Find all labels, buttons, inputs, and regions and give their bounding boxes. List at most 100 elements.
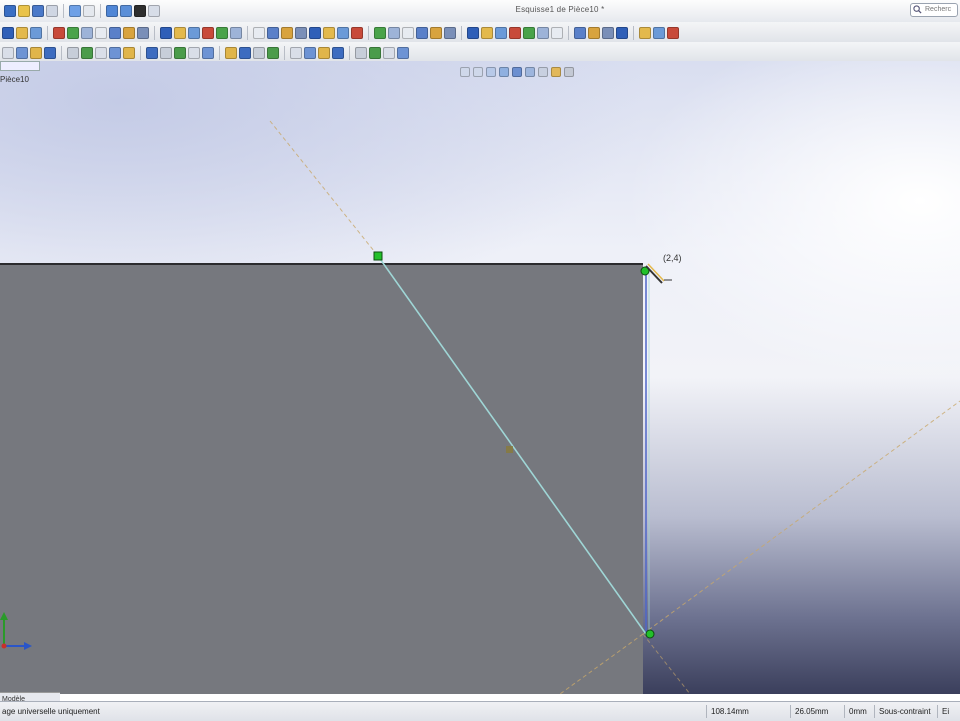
sketch-diagonal-line[interactable] [377,255,647,635]
sketch-tool-icon[interactable] [388,27,400,39]
sketch-tool-icon[interactable] [174,27,186,39]
sketch-entity-icon[interactable] [174,47,186,59]
file-properties-icon[interactable] [134,5,146,17]
status-units[interactable]: Ei [937,705,960,718]
options-icon[interactable] [148,5,160,17]
sketch-tool-icon[interactable] [616,27,628,39]
sketch-tool-icon[interactable] [81,27,93,39]
sketch-entity-icon[interactable] [95,47,107,59]
sketch-tool-icon[interactable] [495,27,507,39]
sketch-tool-icon[interactable] [30,27,42,39]
sketch-entity-icon[interactable] [188,47,200,59]
undo-icon[interactable] [69,5,81,17]
sketch-tool-icon[interactable] [160,27,172,39]
sketch-tool-icon[interactable] [216,27,228,39]
search-placeholder: Recherc [925,6,952,13]
status-x-coordinate: 108.14mm [706,705,786,718]
sketch-tool-icon[interactable] [430,27,442,39]
sketch-entity-icon[interactable] [369,47,381,59]
construction-line[interactable] [642,400,960,635]
sketch-tool-icon[interactable] [337,27,349,39]
sketch-tool-icon[interactable] [16,27,28,39]
sketch-tool-icon[interactable] [253,27,265,39]
sketch-tool-icon[interactable] [588,27,600,39]
sketch-entity-icon[interactable] [109,47,121,59]
sketch-entity-icon[interactable] [44,47,56,59]
sketch-tool-icon[interactable] [323,27,335,39]
sketch-tool-icon[interactable] [537,27,549,39]
sketch-tool-icon[interactable] [653,27,665,39]
endpoint-top[interactable] [373,251,383,261]
sketch-entity-icon[interactable] [30,47,42,59]
sketch-entity-icon[interactable] [202,47,214,59]
sketch-tool-icon[interactable] [351,27,363,39]
sketch-entity-icon[interactable] [253,47,265,59]
status-bar: age universelle uniquement 108.14mm 26.0… [0,701,960,721]
sketch-tool-icon[interactable] [109,27,121,39]
sketch-tool-icon[interactable] [95,27,107,39]
sketch-tool-icon[interactable] [639,27,651,39]
sketch-entity-icon[interactable] [67,47,79,59]
sketch-entity-icon[interactable] [123,47,135,59]
sketch-entity-icon[interactable] [318,47,330,59]
sketch-tool-icon[interactable] [295,27,307,39]
sketch-entity-icon[interactable] [332,47,344,59]
endpoint-bottom[interactable] [645,629,655,639]
title-bar: Esquisse1 de Pièce10 * Recherc [0,0,960,23]
sketch-tool-icon[interactable] [402,27,414,39]
sketch-tool-icon[interactable] [137,27,149,39]
sketch-tool-icon[interactable] [509,27,521,39]
sketch-tool-icon[interactable] [53,27,65,39]
sketch-entity-icon[interactable] [16,47,28,59]
print-icon[interactable] [46,5,58,17]
new-document-icon[interactable] [4,5,16,17]
sketch-entity-icon[interactable] [239,47,251,59]
construction-line[interactable] [269,120,379,257]
sketch-tool-icon[interactable] [267,27,279,39]
sketch-tool-icon[interactable] [467,27,479,39]
sketch-entity-icon[interactable] [290,47,302,59]
search-input[interactable]: Recherc [910,3,958,17]
sketch-tool-icon[interactable] [481,27,493,39]
sketch-tool-icon[interactable] [281,27,293,39]
sketch-entity-icon[interactable] [355,47,367,59]
window-title: Esquisse1 de Pièce10 * [515,5,605,14]
sketch-entity-icon[interactable] [383,47,395,59]
sketch-entity-icon[interactable] [2,47,14,59]
sketch-tool-icon[interactable] [67,27,79,39]
sketch-tool-icon[interactable] [188,27,200,39]
open-icon[interactable] [18,5,30,17]
sketch-tool-icon[interactable] [551,27,563,39]
sketch-entity-icon[interactable] [304,47,316,59]
select-icon[interactable] [106,5,118,17]
sketch-tool-icon[interactable] [309,27,321,39]
rebuild-icon[interactable] [120,5,132,17]
sketch-entity-icon[interactable] [267,47,279,59]
sketch-entity-icon[interactable] [397,47,409,59]
sketch-tool-icon[interactable] [2,27,14,39]
sketch-tool-icon[interactable] [202,27,214,39]
sketch-tool-icon[interactable] [374,27,386,39]
sketch-entity-icon[interactable] [160,47,172,59]
sketch-entity-icon[interactable] [146,47,158,59]
sketch-tool-icon[interactable] [444,27,456,39]
toolbar-separator [154,26,155,40]
sketch-tool-icon[interactable] [230,27,242,39]
redo-icon[interactable] [83,5,95,17]
toolbar-separator [47,26,48,40]
save-icon[interactable] [32,5,44,17]
construction-line[interactable] [559,633,644,694]
sketch-tool-icon[interactable] [602,27,614,39]
sketch-tool-icon[interactable] [523,27,535,39]
sketch-tool-icon[interactable] [123,27,135,39]
construction-line[interactable] [642,633,691,694]
sketch-tool-icon[interactable] [416,27,428,39]
toolbar-separator [219,46,220,60]
sketch-tool-icon[interactable] [667,27,679,39]
midpoint-marker[interactable] [506,446,513,453]
sketch-tool-icon[interactable] [574,27,586,39]
sketch-entity-icon[interactable] [81,47,93,59]
toolbar-separator [140,46,141,60]
toolbar-separator [247,26,248,40]
sketch-entity-icon[interactable] [225,47,237,59]
